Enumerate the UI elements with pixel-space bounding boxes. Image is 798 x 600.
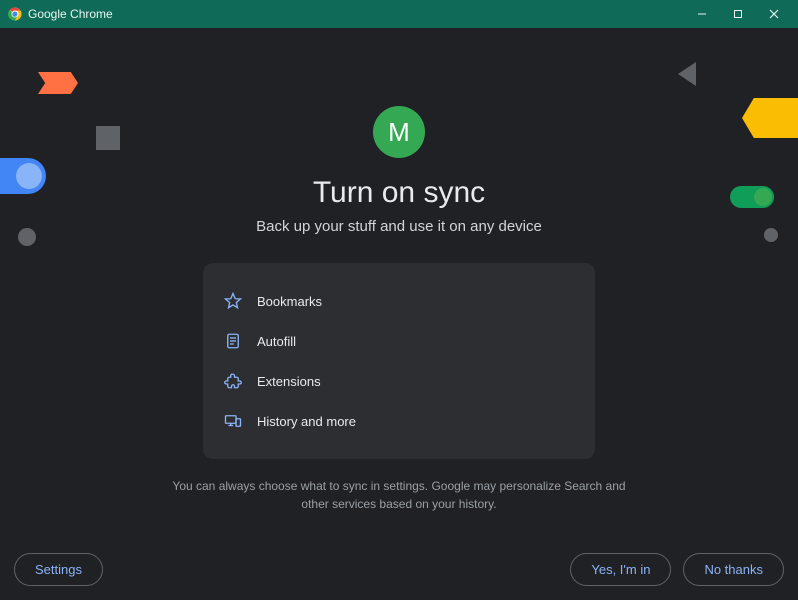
sync-item-label: Autofill — [257, 334, 296, 349]
profile-avatar: M — [373, 106, 425, 158]
page-subtitle: Back up your stuff and use it on any dev… — [256, 218, 542, 235]
sync-item-label: History and more — [257, 414, 356, 429]
decline-button[interactable]: No thanks — [683, 553, 784, 586]
sync-item-bookmarks: Bookmarks — [223, 281, 575, 321]
window-title: Google Chrome — [28, 7, 113, 21]
sync-item-history: History and more — [223, 401, 575, 441]
sync-item-autofill: Autofill — [223, 321, 575, 361]
star-icon — [223, 291, 243, 311]
avatar-initial: M — [388, 117, 410, 148]
main-content: M Turn on sync Back up your stuff and us… — [0, 28, 798, 513]
bottom-bar: Settings Yes, I'm in No thanks — [0, 553, 798, 586]
chrome-icon — [8, 7, 22, 21]
sync-item-extensions: Extensions — [223, 361, 575, 401]
devices-icon — [223, 411, 243, 431]
sync-item-label: Bookmarks — [257, 294, 322, 309]
accept-button-label: Yes, I'm in — [591, 562, 650, 577]
accept-button[interactable]: Yes, I'm in — [570, 553, 671, 586]
settings-button-label: Settings — [35, 562, 82, 577]
extension-icon — [223, 371, 243, 391]
decline-button-label: No thanks — [704, 562, 763, 577]
sync-items-card: Bookmarks Autofill Extensions History an… — [203, 263, 595, 459]
settings-button[interactable]: Settings — [14, 553, 103, 586]
sync-item-label: Extensions — [257, 374, 321, 389]
titlebar: Google Chrome — [0, 0, 798, 28]
clipboard-icon — [223, 331, 243, 351]
fineprint-text: You can always choose what to sync in se… — [169, 477, 629, 513]
maximize-button[interactable] — [720, 0, 756, 28]
minimize-button[interactable] — [684, 0, 720, 28]
close-button[interactable] — [756, 0, 792, 28]
page-title: Turn on sync — [313, 176, 485, 210]
